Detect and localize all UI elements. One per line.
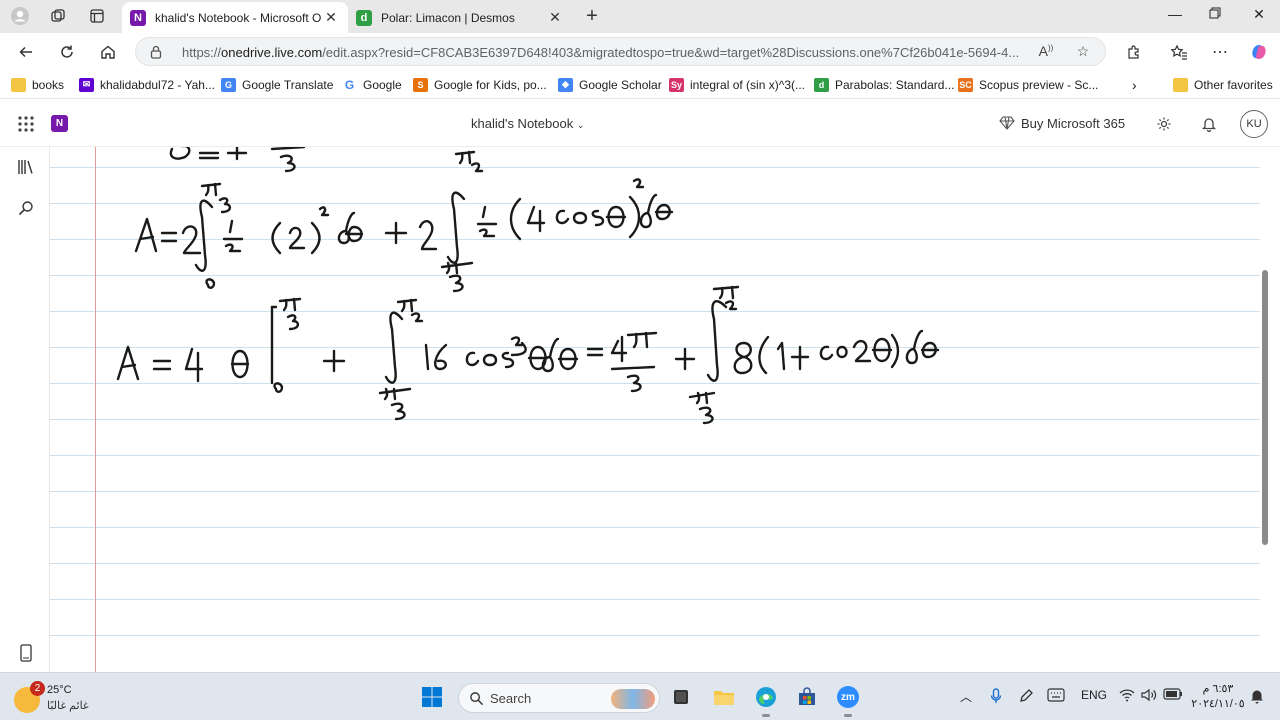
tab-title: Polar: Limacon | Desmos [381, 10, 515, 25]
favorite-desmos-parabolas[interactable]: d Parabolas: Standard... [814, 76, 954, 93]
profile-icon[interactable] [7, 4, 33, 28]
task-view-icon[interactable] [669, 685, 693, 709]
google-icon: G [342, 77, 357, 92]
favorites-bar: books ✉ khalidabdul72 - Yah... G Google Tr… [0, 70, 1280, 99]
favorite-star-icon[interactable]: ☆ [1074, 43, 1092, 61]
read-aloud-icon[interactable]: A)) [1037, 43, 1055, 61]
weather-widget[interactable]: 2 25°C غائم غالبًا [14, 681, 124, 715]
weather-notification-badge: 2 [30, 681, 45, 696]
favorite-google-translate[interactable]: G Google Translate [221, 76, 333, 93]
favorite-symbolab[interactable]: Sy integral of (sin x)^3(... [669, 76, 805, 93]
windows-taskbar: 2 25°C غائم غالبًا Search zm ︿ ENG ٦:٥٣ … [0, 672, 1280, 720]
user-avatar[interactable]: KU [1240, 110, 1268, 138]
file-explorer-icon[interactable] [712, 685, 736, 709]
zoom-app-icon[interactable]: zm [836, 685, 860, 709]
chevron-down-icon: ⌄ [576, 120, 585, 130]
close-tab-icon[interactable]: ✕ [546, 9, 564, 26]
close-tab-icon[interactable]: ✕ [322, 9, 340, 26]
url-text[interactable]: https://onedrive.live.com/edit.aspx?resi… [182, 45, 1027, 60]
notification-center-icon[interactable] [1250, 688, 1264, 707]
refresh-icon[interactable] [54, 39, 80, 65]
favorite-google-for-kids[interactable]: S Google for Kids, po... [413, 76, 547, 93]
notifications-bell-icon[interactable] [1198, 113, 1220, 135]
pen-icon[interactable] [1018, 688, 1034, 707]
tab-desmos[interactable]: d Polar: Limacon | Desmos ✕ [348, 2, 572, 33]
minimize-icon[interactable]: — [1164, 6, 1186, 26]
favorite-books[interactable]: books [11, 76, 64, 93]
input-language[interactable]: ENG [1081, 688, 1107, 702]
notebook-title[interactable]: khalid's Notebook ⌄ [471, 116, 584, 131]
show-hidden-icons-chevron-icon[interactable]: ︿ [960, 688, 972, 705]
browser-toolbar: https://onedrive.live.com/edit.aspx?resi… [0, 33, 1280, 70]
tab-strip: N khalid's Notebook - Microsoft On ✕ d P… [0, 0, 1280, 33]
back-icon[interactable] [13, 39, 39, 65]
favorite-google-scholar[interactable]: ◆ Google Scholar [558, 76, 662, 93]
microsoft-store-icon[interactable] [795, 685, 819, 709]
onenote-favicon-icon: N [130, 9, 146, 26]
home-icon[interactable] [95, 39, 121, 65]
favorite-scopus[interactable]: SC Scopus preview - Sc... [958, 76, 1098, 93]
vertical-scrollbar[interactable] [1262, 270, 1268, 545]
workspaces-icon[interactable] [45, 4, 71, 28]
favorite-other-favorites[interactable]: Other favorites [1173, 76, 1273, 93]
search-icon [470, 692, 484, 706]
diamond-icon [999, 116, 1015, 130]
touch-keyboard-icon[interactable] [1047, 688, 1065, 705]
mail-icon: ✉ [79, 77, 94, 92]
more-options-icon[interactable]: ⋯ [1207, 39, 1233, 65]
app-launcher-icon[interactable] [17, 115, 35, 133]
tab-actions-icon[interactable] [84, 4, 110, 28]
folder-icon [1173, 77, 1188, 92]
system-clock[interactable]: ٦:٥٣ م ٢٠٢٤/١١/٠٥ [1190, 682, 1246, 712]
buy-microsoft-365-button[interactable]: Buy Microsoft 365 [999, 115, 1125, 131]
volume-icon[interactable] [1141, 688, 1157, 705]
favorites-icon[interactable] [1166, 39, 1192, 65]
active-app-indicator [762, 714, 770, 717]
scholar-icon: ◆ [558, 77, 573, 92]
restore-icon[interactable] [1204, 6, 1226, 26]
onenote-logo-icon[interactable]: N [51, 115, 68, 132]
favorite-google[interactable]: G Google [342, 76, 402, 93]
left-navigation-rail [0, 147, 50, 672]
tab-onenote[interactable]: N khalid's Notebook - Microsoft On ✕ [122, 2, 348, 33]
lock-icon[interactable] [148, 44, 164, 60]
windows-start-icon[interactable] [420, 685, 444, 709]
wifi-icon[interactable] [1119, 688, 1135, 705]
scopus-icon: SC [958, 77, 973, 92]
search-highlight-image [611, 689, 655, 709]
onenote-header: N khalid's Notebook ⌄ Buy Microsoft 365 … [0, 100, 1280, 147]
favorites-overflow-chevron-icon[interactable]: › [1132, 76, 1137, 93]
clock-time: ٦:٥٣ م [1202, 683, 1234, 695]
device-view-icon[interactable] [16, 643, 36, 663]
symbolab-icon: Sy [669, 77, 684, 92]
clock-date: ٢٠٢٤/١١/٠٥ [1191, 698, 1245, 710]
address-bar[interactable]: https://onedrive.live.com/edit.aspx?resi… [135, 37, 1106, 66]
copilot-icon[interactable] [1246, 39, 1272, 65]
favorite-yahoo-mail[interactable]: ✉ khalidabdul72 - Yah... [79, 76, 215, 93]
translate-icon: G [221, 77, 236, 92]
note-canvas[interactable] [50, 147, 1260, 672]
handwritten-math-ink [116, 147, 940, 425]
folder-icon [11, 77, 26, 92]
edge-browser-icon[interactable] [754, 685, 778, 709]
desmos-favicon-icon: d [356, 9, 372, 26]
temperature: 25°C [47, 684, 72, 696]
taskbar-search[interactable]: Search [458, 683, 660, 713]
extensions-icon[interactable] [1121, 39, 1147, 65]
weather-description: غائم غالبًا [47, 700, 89, 712]
battery-icon[interactable] [1163, 688, 1183, 703]
notebooks-library-icon[interactable] [16, 157, 36, 177]
search-icon[interactable] [16, 198, 36, 218]
settings-gear-icon[interactable] [1153, 113, 1175, 135]
desmos-icon: d [814, 77, 829, 92]
running-app-indicator [844, 714, 852, 717]
tab-title: khalid's Notebook - Microsoft On [155, 10, 322, 25]
new-tab-icon[interactable]: + [581, 5, 603, 27]
kids-icon: S [413, 77, 428, 92]
microphone-icon[interactable] [990, 688, 1002, 707]
close-window-icon[interactable]: ✕ [1248, 6, 1270, 26]
